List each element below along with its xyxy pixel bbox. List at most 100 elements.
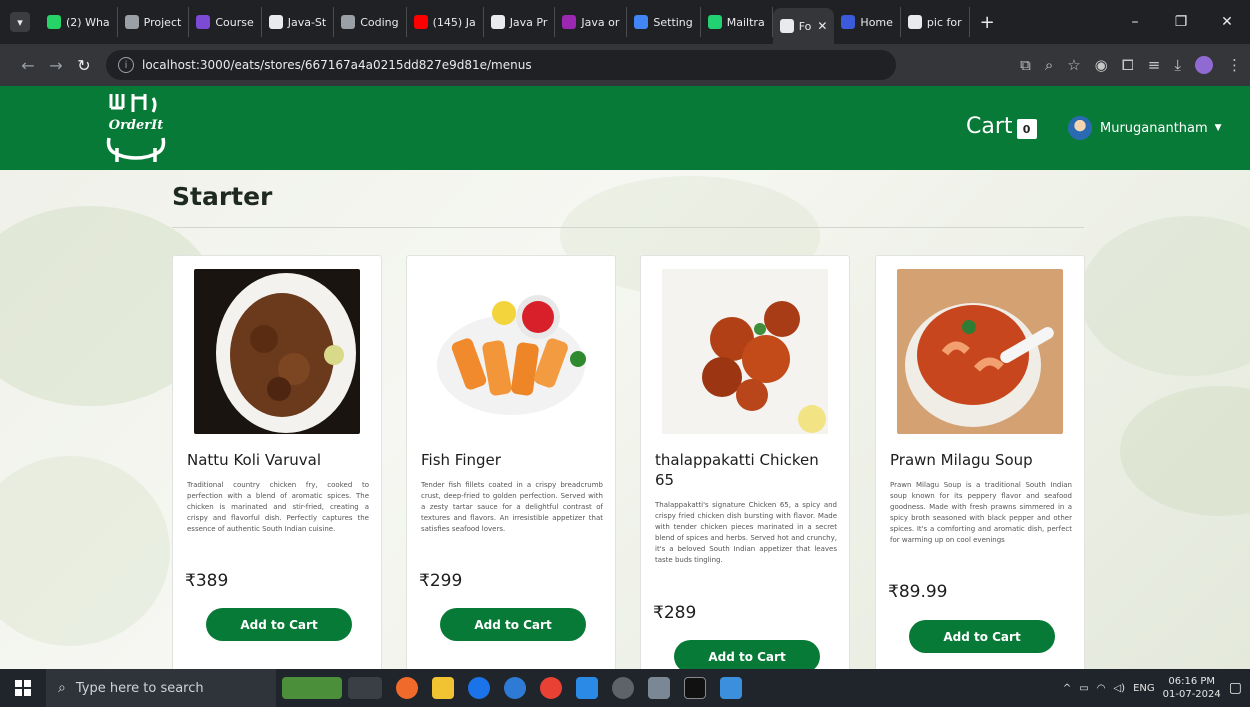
tab-favicon-icon — [490, 15, 505, 29]
tab-favicon-icon — [47, 15, 61, 29]
menu-item-card: Nattu Koli Varuval Traditional country c… — [172, 255, 382, 669]
profile-icon[interactable] — [1195, 56, 1213, 74]
terminal-icon[interactable] — [684, 677, 706, 699]
add-to-cart-button[interactable]: Add to Cart — [440, 608, 586, 641]
record-icon[interactable]: ◉ — [1095, 56, 1108, 74]
food-image-fish-finger — [428, 269, 594, 434]
minimize-icon[interactable]: – — [1112, 14, 1158, 30]
food-photo — [428, 269, 594, 434]
notifications-icon[interactable]: ▢ — [1229, 680, 1242, 696]
file-explorer-icon[interactable] — [432, 677, 454, 699]
add-to-cart-button[interactable]: Add to Cart — [909, 620, 1055, 653]
tab-search-icon[interactable]: ▾ — [10, 12, 30, 32]
browser-tab[interactable]: Coding — [334, 7, 407, 37]
weather-widget-icon[interactable] — [282, 677, 342, 699]
tab-label: pic for — [926, 15, 962, 29]
add-to-cart-button[interactable]: Add to Cart — [674, 640, 820, 669]
restore-icon[interactable]: ❐ — [1158, 14, 1204, 30]
extensions-icon[interactable]: ⧠ — [1122, 56, 1134, 74]
browser-tab[interactable]: Mailtra — [701, 7, 773, 37]
vscode-icon[interactable] — [576, 677, 598, 699]
food-image-nattu-koli — [194, 269, 360, 434]
search-placeholder: Type here to search — [75, 680, 204, 696]
reload-icon[interactable]: ↻ — [70, 56, 98, 75]
search-icon: ⌕ — [58, 680, 66, 696]
tab-favicon-icon — [707, 15, 722, 29]
browser-tab[interactable]: (145) Ja — [407, 7, 484, 37]
background-vegetable — [1080, 216, 1250, 376]
chrome-profile-icon[interactable] — [612, 677, 634, 699]
browser-tab[interactable]: Java-St — [262, 7, 335, 37]
cast-icon[interactable]: ⧉ — [1020, 56, 1031, 74]
browser-tab[interactable]: Course — [189, 7, 262, 37]
tab-favicon-icon — [196, 15, 211, 29]
postman-icon[interactable] — [396, 677, 418, 699]
item-name: Prawn Milagu Soup — [890, 451, 1033, 469]
item-price: ₹89.99 — [888, 582, 948, 602]
windows-start-button[interactable] — [0, 669, 46, 707]
clock-date: 01-07-2024 — [1162, 689, 1221, 700]
close-window-icon[interactable]: ✕ — [1204, 14, 1250, 30]
user-name: Muruganantham — [1100, 120, 1208, 136]
zoom-icon[interactable]: ⌕ — [1045, 56, 1053, 74]
tab-list: (2) Wha Project Course Java-St Coding (145) J… — [40, 0, 970, 44]
app-icon[interactable] — [468, 677, 490, 699]
browser-tab[interactable]: (2) Wha — [40, 7, 118, 37]
download-icon[interactable]: ⤓ — [1174, 56, 1181, 74]
taskbar-search[interactable]: ⌕ Type here to search — [46, 669, 276, 707]
app-icon[interactable] — [504, 677, 526, 699]
browser-tab[interactable]: Home — [834, 7, 901, 37]
tab-favicon-icon — [562, 15, 577, 29]
food-photo — [662, 269, 828, 434]
item-price: ₹299 — [419, 571, 463, 591]
site-info-icon[interactable]: i — [118, 57, 134, 73]
app-icon[interactable] — [720, 677, 742, 699]
tab-label: Java or — [581, 15, 620, 29]
chevron-up-icon[interactable]: ^ — [1063, 683, 1071, 694]
battery-icon[interactable]: ▭ — [1079, 683, 1088, 694]
reading-list-icon[interactable]: ≡ — [1148, 56, 1161, 74]
wifi-icon[interactable]: ◠ — [1097, 683, 1106, 694]
logo-text: OrderIt — [108, 118, 164, 133]
volume-icon[interactable]: ◁) — [1113, 683, 1125, 694]
browser-tab[interactable]: Project — [118, 7, 190, 37]
browser-tab[interactable]: Fo ✕ — [772, 8, 835, 44]
cart-label: Cart — [966, 113, 1013, 139]
tab-close-icon[interactable]: ✕ — [817, 19, 827, 33]
background-vegetable — [0, 456, 170, 646]
browser-tab[interactable]: Java or — [555, 7, 628, 37]
tab-label: Java Pr — [509, 15, 548, 29]
chevron-down-icon: ▼ — [1214, 123, 1222, 133]
language-indicator[interactable]: ENG — [1133, 683, 1155, 694]
add-to-cart-button[interactable]: Add to Cart — [206, 608, 352, 641]
task-view-icon[interactable] — [348, 677, 382, 699]
app-icon[interactable] — [648, 677, 670, 699]
new-tab-icon[interactable]: + — [980, 12, 995, 33]
tab-label: Project — [143, 15, 182, 29]
tab-favicon-icon — [907, 15, 922, 29]
browser-toolbar: ← → ↻ i localhost:3000/eats/stores/66716… — [0, 44, 1250, 86]
browser-tab[interactable]: pic for — [901, 7, 970, 37]
orderit-logo[interactable]: OrderIt — [103, 90, 169, 166]
browser-menu-icon[interactable]: ⋮ — [1227, 56, 1242, 74]
chrome-icon[interactable] — [540, 677, 562, 699]
browser-tab[interactable]: Setting — [627, 7, 701, 37]
tab-label: (145) Ja — [432, 15, 476, 29]
address-bar[interactable]: i localhost:3000/eats/stores/667167a4a02… — [106, 50, 896, 80]
tab-label: Java-St — [287, 15, 327, 29]
tab-favicon-icon — [413, 15, 428, 29]
tab-favicon-icon — [124, 15, 139, 29]
clock-time: 06:16 PM — [1168, 676, 1216, 687]
windows-taskbar: ⌕ Type here to search ^ ▭ ◠ ◁) ENG 06:16… — [0, 669, 1250, 707]
tab-favicon-icon — [841, 15, 856, 29]
item-name: Nattu Koli Varuval — [187, 451, 322, 469]
cart-link[interactable]: Cart 0 — [966, 113, 1037, 139]
clock[interactable]: 06:16 PM 01-07-2024 — [1163, 675, 1221, 701]
menu-item-card: thalappakatti Chicken 65 Thalappakatti's… — [640, 255, 850, 669]
user-menu[interactable]: Muruganantham ▼ — [1068, 116, 1222, 140]
forward-icon[interactable]: → — [42, 56, 70, 75]
browser-tab[interactable]: Java Pr — [484, 7, 556, 37]
menu-item-card: Fish Finger Tender fish fillets coated i… — [406, 255, 616, 669]
bookmark-star-icon[interactable]: ☆ — [1067, 56, 1080, 74]
back-icon[interactable]: ← — [14, 56, 42, 75]
